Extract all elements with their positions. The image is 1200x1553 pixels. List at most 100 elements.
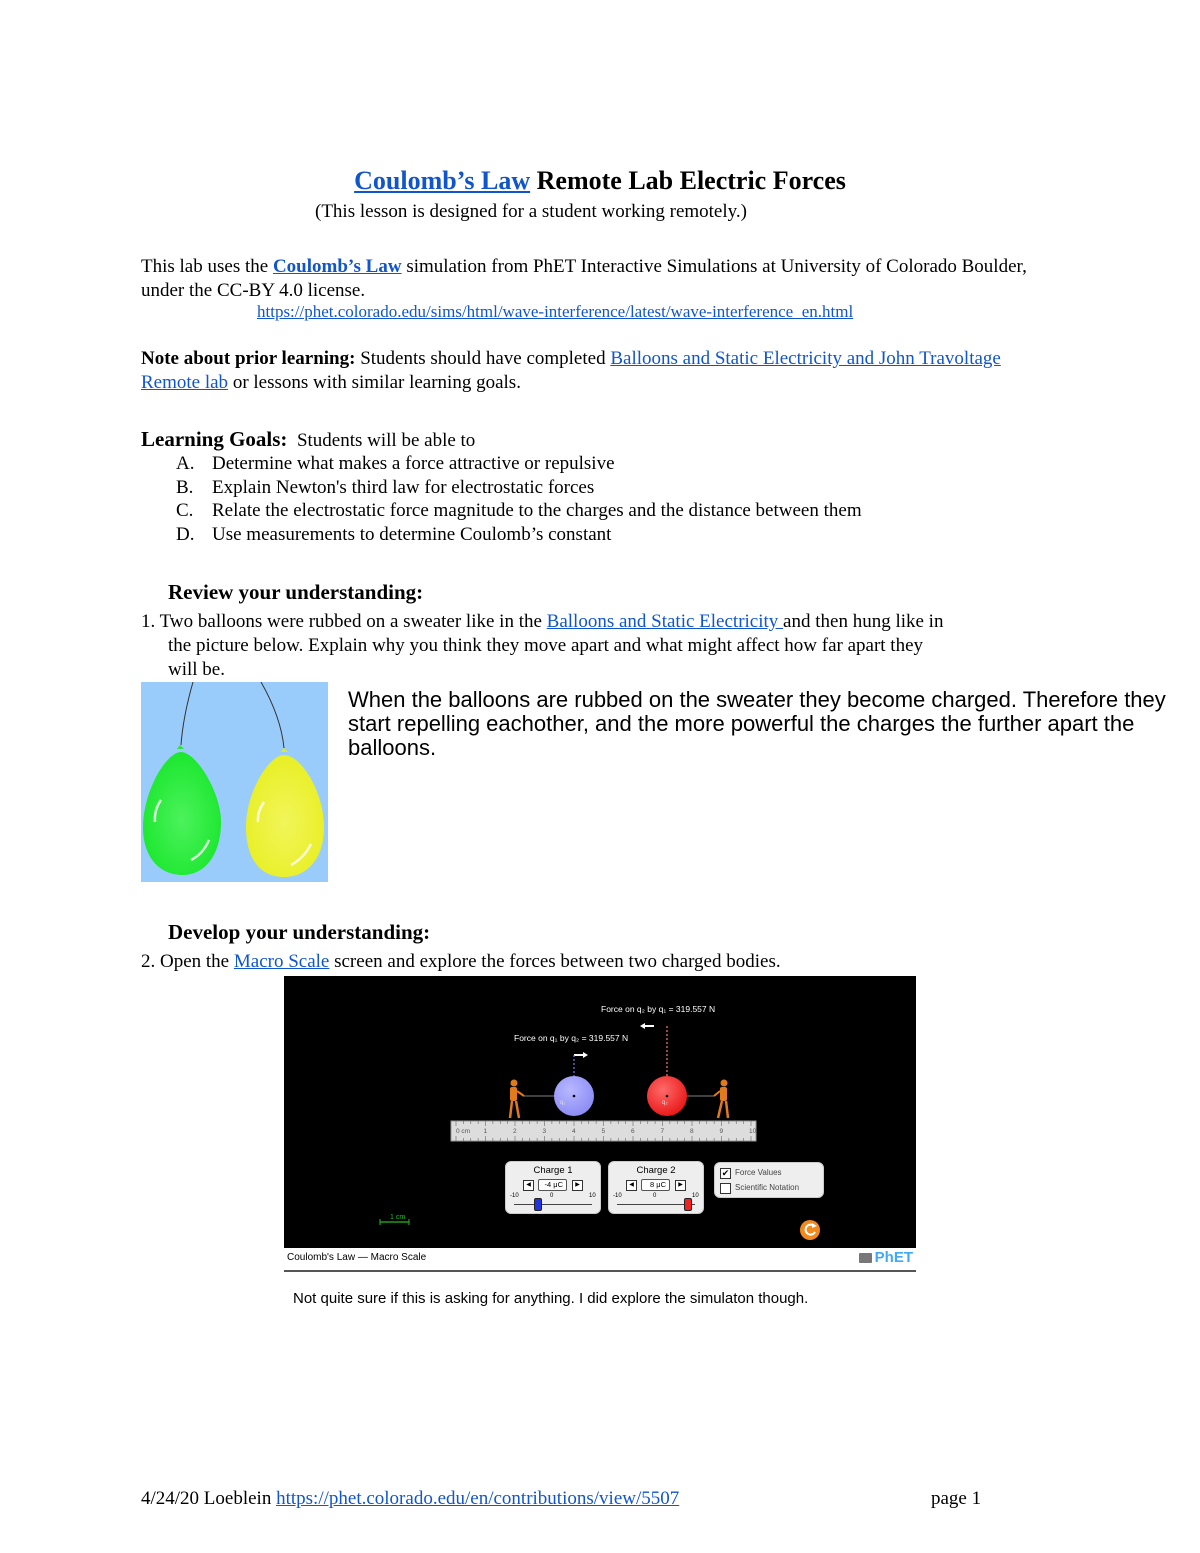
goal-item: B. Explain Newton's third law for electro… — [176, 476, 862, 500]
ruler-label: 8 — [690, 1128, 694, 1135]
note-text-after: or lessons with similar learning goals. — [228, 372, 521, 393]
phet-logo[interactable]: PhET — [875, 1249, 913, 1266]
balloons-illustration — [143, 681, 324, 877]
goal-letter: C. — [176, 500, 194, 521]
ruler-label: 7 — [660, 1128, 665, 1135]
question-text: Two balloons were rubbed on a sweater li… — [155, 611, 547, 632]
options-panel: ✔ Force Values Scientific Notation — [714, 1162, 824, 1198]
page-title: Coulomb’s Law Remote Lab Electric Forces — [0, 166, 1200, 196]
coulombs-law-link[interactable]: Coulomb’s Law — [273, 256, 402, 277]
ruler-label: 2 — [513, 1128, 517, 1135]
charge-2-increment-button[interactable]: ▶ — [675, 1180, 686, 1191]
ruler-label: 9 — [719, 1128, 724, 1135]
charge-1-title: Charge 1 — [533, 1165, 573, 1176]
question-number: 1. — [141, 611, 156, 632]
goal-letter: A. — [176, 453, 195, 474]
question-number: 2. — [141, 951, 156, 972]
ruler-label: 5 — [601, 1128, 606, 1135]
learning-goals-intro: Students will be able to — [296, 430, 476, 451]
left-pulling-figure-icon — [508, 1079, 525, 1119]
string-left — [180, 681, 194, 746]
q2-label: q₂ — [662, 1100, 668, 1106]
learning-goals-label: Learning Goals: — [141, 427, 288, 451]
question-text: will be. — [168, 659, 225, 680]
reset-all-button[interactable] — [800, 1220, 820, 1240]
charge-1-panel: Charge 1 ◀ -4 μC ▶ -10 0 10 — [505, 1161, 601, 1214]
force-arrow-q2 — [640, 1023, 654, 1029]
coulombs-law-title-link[interactable]: Coulomb’s Law — [354, 166, 530, 195]
charge-1-slider-thumb[interactable] — [534, 1198, 543, 1211]
note-text-before: Students should have completed — [355, 348, 611, 369]
goal-item: A. Determine what makes a force attractiv… — [176, 452, 862, 476]
page-footer: 4/24/20 Loeblein https://phet.colorado.e… — [141, 1488, 679, 1510]
simulation-url-link[interactable]: https://phet.colorado.edu/sims/html/wave… — [257, 302, 853, 322]
contribution-link[interactable]: https://phet.colorado.edu/en/contributio… — [276, 1488, 679, 1509]
ruler-label: 6 — [631, 1128, 635, 1135]
subtitle: (This lesson is designed for a student w… — [315, 201, 747, 222]
charge-2-max-label: 10 — [692, 1193, 699, 1199]
charge-1-decrement-button[interactable]: ◀ — [523, 1180, 534, 1191]
simulation-title: Coulomb's Law — Macro Scale — [287, 1252, 427, 1263]
goal-item: D. Use measurements to determine Coulomb’… — [176, 523, 862, 547]
goal-text: Relate the electrostatic force magnitude… — [212, 500, 862, 521]
answer-2[interactable]: Not quite sure if this is asking for any… — [293, 1290, 808, 1307]
title-text: Remote Lab Electric Forces — [530, 166, 846, 195]
charge-2-min-label: -10 — [613, 1193, 622, 1199]
goal-letter: B. — [176, 476, 194, 498]
charge-1-increment-button[interactable]: ▶ — [572, 1180, 583, 1191]
note-label: Note about prior learning: — [141, 348, 356, 369]
charge-1-zero-label: 0 — [550, 1193, 554, 1199]
review-heading: Review your understanding: — [168, 580, 424, 604]
question-1: 1. Two balloons were rubbed on a sweater… — [141, 610, 1071, 682]
charge-1-value[interactable]: -4 μC — [538, 1179, 567, 1191]
keyboard-icon[interactable] — [859, 1253, 872, 1263]
ruler-label: 4 — [572, 1128, 576, 1135]
goal-letter: D. — [176, 523, 195, 545]
force-values-label: Force Values — [735, 1168, 782, 1177]
learning-goals-list: A. Determine what makes a force attractiv… — [176, 452, 862, 546]
ruler-label: 0 cm — [456, 1128, 471, 1135]
balloons-static-link[interactable]: Balloons and Static Electricity — [547, 611, 783, 632]
ruler-label: 10 — [749, 1128, 757, 1135]
prior-learning-note: Note about prior learning: Students shou… — [141, 347, 1041, 395]
scale-label: 1 cm — [390, 1214, 406, 1221]
charge-2-panel: Charge 2 ◀ 8 μC ▶ -10 0 10 — [608, 1161, 704, 1214]
intro-paragraph: This lab uses the Coulomb’s Law simulati… — [141, 255, 1041, 303]
right-pulling-figure-icon — [713, 1079, 730, 1119]
charge-1-min-label: -10 — [510, 1193, 519, 1199]
develop-heading: Develop your understanding: — [168, 920, 431, 944]
intro-text-before: This lab uses the — [141, 256, 273, 277]
charge-1-slider-track[interactable] — [514, 1204, 592, 1205]
ruler-label: 3 — [542, 1128, 547, 1135]
scientific-notation-label: Scientific Notation — [735, 1183, 800, 1192]
simulation-screenshot: Force on q₂ by q₁ = 319.557 N Force on q… — [284, 976, 916, 1272]
force-arrow-q1 — [574, 1052, 588, 1058]
charge-2-zero-label: 0 — [653, 1193, 657, 1199]
learning-goals-heading: Learning Goals: Students will be able to — [141, 427, 475, 452]
balloons-image — [141, 681, 328, 882]
simulation-navbar: Coulomb's Law — Macro Scale PhET — [284, 1248, 916, 1272]
footer-date-author: 4/24/20 Loeblein — [141, 1488, 277, 1509]
ruler-label: 1 — [483, 1128, 488, 1135]
question-text: and then hung like in — [783, 611, 944, 632]
charge-2-value[interactable]: 8 μC — [641, 1179, 670, 1191]
question-2: 2. Open the Macro Scale screen and explo… — [141, 951, 781, 973]
macro-scale-link[interactable]: Macro Scale — [234, 951, 329, 972]
goal-text: Determine what makes a force attractive … — [212, 453, 615, 474]
goal-text: Use measurements to determine Coulomb’s … — [212, 523, 612, 545]
page-number: page 1 — [931, 1488, 982, 1509]
charge-1-max-label: 10 — [589, 1193, 596, 1199]
charge-2-title: Charge 2 — [636, 1165, 676, 1176]
question-text: Open the — [155, 951, 234, 972]
goal-item: C. Relate the electrostatic force magnitu… — [176, 499, 862, 523]
question-text: the picture below. Explain why you think… — [168, 635, 924, 656]
force-values-checkbox[interactable]: ✔ — [720, 1168, 731, 1179]
question-text: screen and explore the forces between tw… — [329, 951, 781, 972]
q1-label: q₁ — [560, 1100, 566, 1106]
charge-2-slider-thumb[interactable] — [684, 1198, 693, 1211]
scientific-notation-checkbox[interactable] — [720, 1183, 731, 1194]
charge-2-decrement-button[interactable]: ◀ — [626, 1180, 637, 1191]
answer-1[interactable]: When the balloons are rubbed on the swea… — [348, 688, 1168, 760]
goal-text: Explain Newton's third law for electrost… — [212, 476, 595, 498]
string-right — [260, 681, 285, 749]
